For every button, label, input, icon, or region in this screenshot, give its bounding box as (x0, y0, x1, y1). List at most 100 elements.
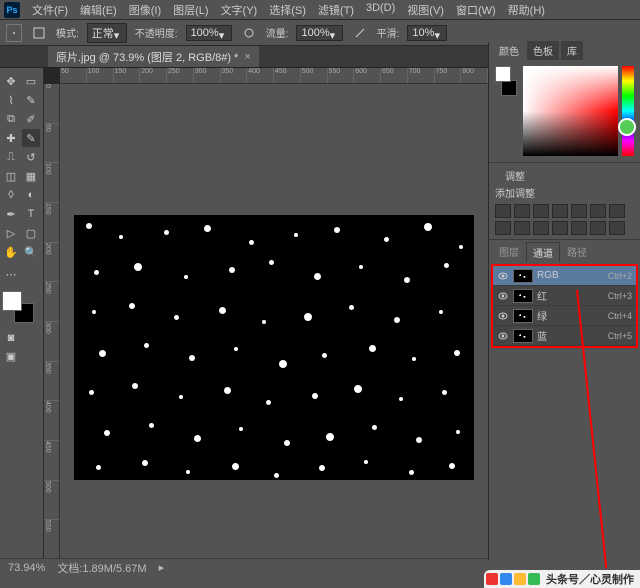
visibility-eye-icon[interactable] (497, 310, 509, 322)
channel-shortcut: Ctrl+4 (608, 311, 632, 321)
menu-item[interactable]: 文件(F) (26, 2, 74, 18)
healing-tool-icon[interactable]: ✚ (2, 129, 20, 147)
visibility-eye-icon[interactable] (497, 330, 509, 342)
vertical-ruler: 050100150200250300350400450500550 (44, 84, 60, 560)
brush-preset-picker[interactable] (6, 24, 22, 42)
path-select-tool-icon[interactable]: ▷ (2, 224, 20, 242)
brightness-adj-icon[interactable] (495, 204, 511, 218)
toolbox: ✥ ▭ ⌇ ✎ ⧉ ✐ ✚ ✎ ⎍ ↺ ◫ ▦ ◊ ◐ ✒ T ▷ ▢ ✋ 🔍 … (0, 68, 44, 560)
eyedropper-tool-icon[interactable]: ✐ (22, 110, 40, 128)
quick-mask-icon[interactable]: ◙ (2, 329, 20, 347)
colorlookup-adj-icon[interactable] (552, 221, 568, 235)
menu-item[interactable]: 滤镜(T) (312, 2, 360, 18)
crop-tool-icon[interactable]: ⧉ (2, 110, 20, 128)
menu-item[interactable]: 3D(D) (360, 2, 401, 18)
menu-item[interactable]: 图层(L) (167, 2, 214, 18)
blur-tool-icon[interactable]: ◊ (2, 186, 20, 204)
smoothing-label: 平滑: (377, 25, 400, 40)
type-tool-icon[interactable]: T (22, 205, 40, 223)
close-tab-icon[interactable]: × (244, 51, 250, 63)
lasso-tool-icon[interactable]: ⌇ (2, 91, 20, 109)
flow-input[interactable]: 100%▾ (296, 25, 342, 41)
levels-adj-icon[interactable] (514, 204, 530, 218)
threshold-adj-icon[interactable] (609, 221, 625, 235)
layers-tab[interactable]: 图层 (493, 242, 525, 262)
watermark: 头条号／心灵制作 (484, 570, 640, 588)
blend-mode-select[interactable]: 正常▾ (87, 23, 127, 43)
colorbalance-adj-icon[interactable] (609, 204, 625, 218)
channel-row[interactable]: 绿Ctrl+4 (493, 306, 636, 326)
exposure-adj-icon[interactable] (552, 204, 568, 218)
libraries-tab[interactable]: 库 (561, 41, 583, 60)
history-brush-tool-icon[interactable]: ↺ (22, 148, 40, 166)
quick-select-tool-icon[interactable]: ✎ (22, 91, 40, 109)
opacity-label: 不透明度: (135, 25, 178, 40)
invert-adj-icon[interactable] (571, 221, 587, 235)
channel-row[interactable]: RGBCtrl+2 (493, 266, 636, 286)
dodge-tool-icon[interactable]: ◐ (22, 186, 40, 204)
menu-item[interactable]: 窗口(W) (450, 2, 502, 18)
photofilter-adj-icon[interactable] (514, 221, 530, 235)
curves-adj-icon[interactable] (533, 204, 549, 218)
pen-tool-icon[interactable]: ✒ (2, 205, 20, 223)
stamp-tool-icon[interactable]: ⎍ (2, 148, 20, 166)
horizontal-ruler: 5010015020025030035040045050055060065070… (60, 68, 488, 84)
channel-thumbnail (513, 329, 533, 343)
menu-item[interactable]: 编辑(E) (74, 2, 123, 18)
opacity-input[interactable]: 100%▾ (186, 25, 232, 41)
menu-item[interactable]: 选择(S) (263, 2, 312, 18)
wm-icon-1 (486, 573, 498, 585)
zoom-level[interactable]: 73.94% (8, 562, 45, 574)
vibrance-adj-icon[interactable] (571, 204, 587, 218)
color-tab[interactable]: 颜色 (493, 41, 525, 60)
menu-item[interactable]: 文字(Y) (215, 2, 264, 18)
gradient-tool-icon[interactable]: ▦ (22, 167, 40, 185)
visibility-eye-icon[interactable] (497, 290, 509, 302)
adjustments-tab[interactable]: 调整 (499, 166, 531, 185)
color-panel (489, 60, 640, 162)
status-arrow-icon[interactable]: ▸ (159, 561, 165, 574)
color-panel-tabs: 颜色 色板 库 (489, 42, 640, 60)
color-slider-knob[interactable] (618, 118, 636, 136)
brush-tool-icon[interactable]: ✎ (22, 129, 40, 147)
brush-panel-icon[interactable] (30, 24, 48, 42)
channels-tab[interactable]: 通道 (526, 242, 560, 262)
swatches-tab[interactable]: 色板 (527, 41, 559, 60)
menu-item[interactable]: 帮助(H) (502, 2, 551, 18)
panel-color-swatch[interactable] (495, 66, 519, 100)
channel-row[interactable]: 红Ctrl+3 (493, 286, 636, 306)
hue-slider[interactable] (622, 66, 634, 156)
marquee-tool-icon[interactable]: ▭ (22, 72, 40, 90)
foreground-color[interactable] (2, 291, 22, 311)
document-tab[interactable]: 原片.jpg @ 73.9% (图层 2, RGB/8#) * × (48, 46, 259, 67)
zoom-tool-icon[interactable]: 🔍 (22, 243, 40, 261)
channel-thumbnail (513, 289, 533, 303)
screen-mode-icon[interactable]: ▣ (2, 347, 20, 365)
hue-adj-icon[interactable] (590, 204, 606, 218)
bw-adj-icon[interactable] (495, 221, 511, 235)
menu-item[interactable]: 视图(V) (401, 2, 450, 18)
pressure-opacity-icon[interactable] (240, 24, 258, 42)
channel-row[interactable]: 蓝Ctrl+5 (493, 326, 636, 346)
canvas-area: 5010015020025030035040045050055060065070… (44, 68, 488, 560)
channel-name: 蓝 (537, 328, 604, 343)
edit-toolbar-icon[interactable]: ⋯ (2, 265, 20, 283)
blend-mode-label: 模式: (56, 25, 79, 40)
channelmixer-adj-icon[interactable] (533, 221, 549, 235)
menu-item[interactable]: 图像(I) (123, 2, 167, 18)
color-spectrum[interactable] (523, 66, 618, 156)
document-canvas[interactable] (74, 215, 474, 480)
color-swatch[interactable] (2, 291, 34, 323)
hand-tool-icon[interactable]: ✋ (2, 243, 20, 261)
adjustment-icons (495, 204, 634, 218)
shape-tool-icon[interactable]: ▢ (22, 224, 40, 242)
paths-tab[interactable]: 路径 (561, 242, 593, 262)
app-logo-icon: Ps (4, 2, 20, 18)
visibility-eye-icon[interactable] (497, 270, 509, 282)
move-tool-icon[interactable]: ✥ (2, 72, 20, 90)
posterize-adj-icon[interactable] (590, 221, 606, 235)
airbrush-icon[interactable] (351, 24, 369, 42)
doc-info: 文档:1.89M/5.67M (57, 560, 146, 576)
eraser-tool-icon[interactable]: ◫ (2, 167, 20, 185)
smoothing-input[interactable]: 10%▾ (407, 25, 447, 41)
